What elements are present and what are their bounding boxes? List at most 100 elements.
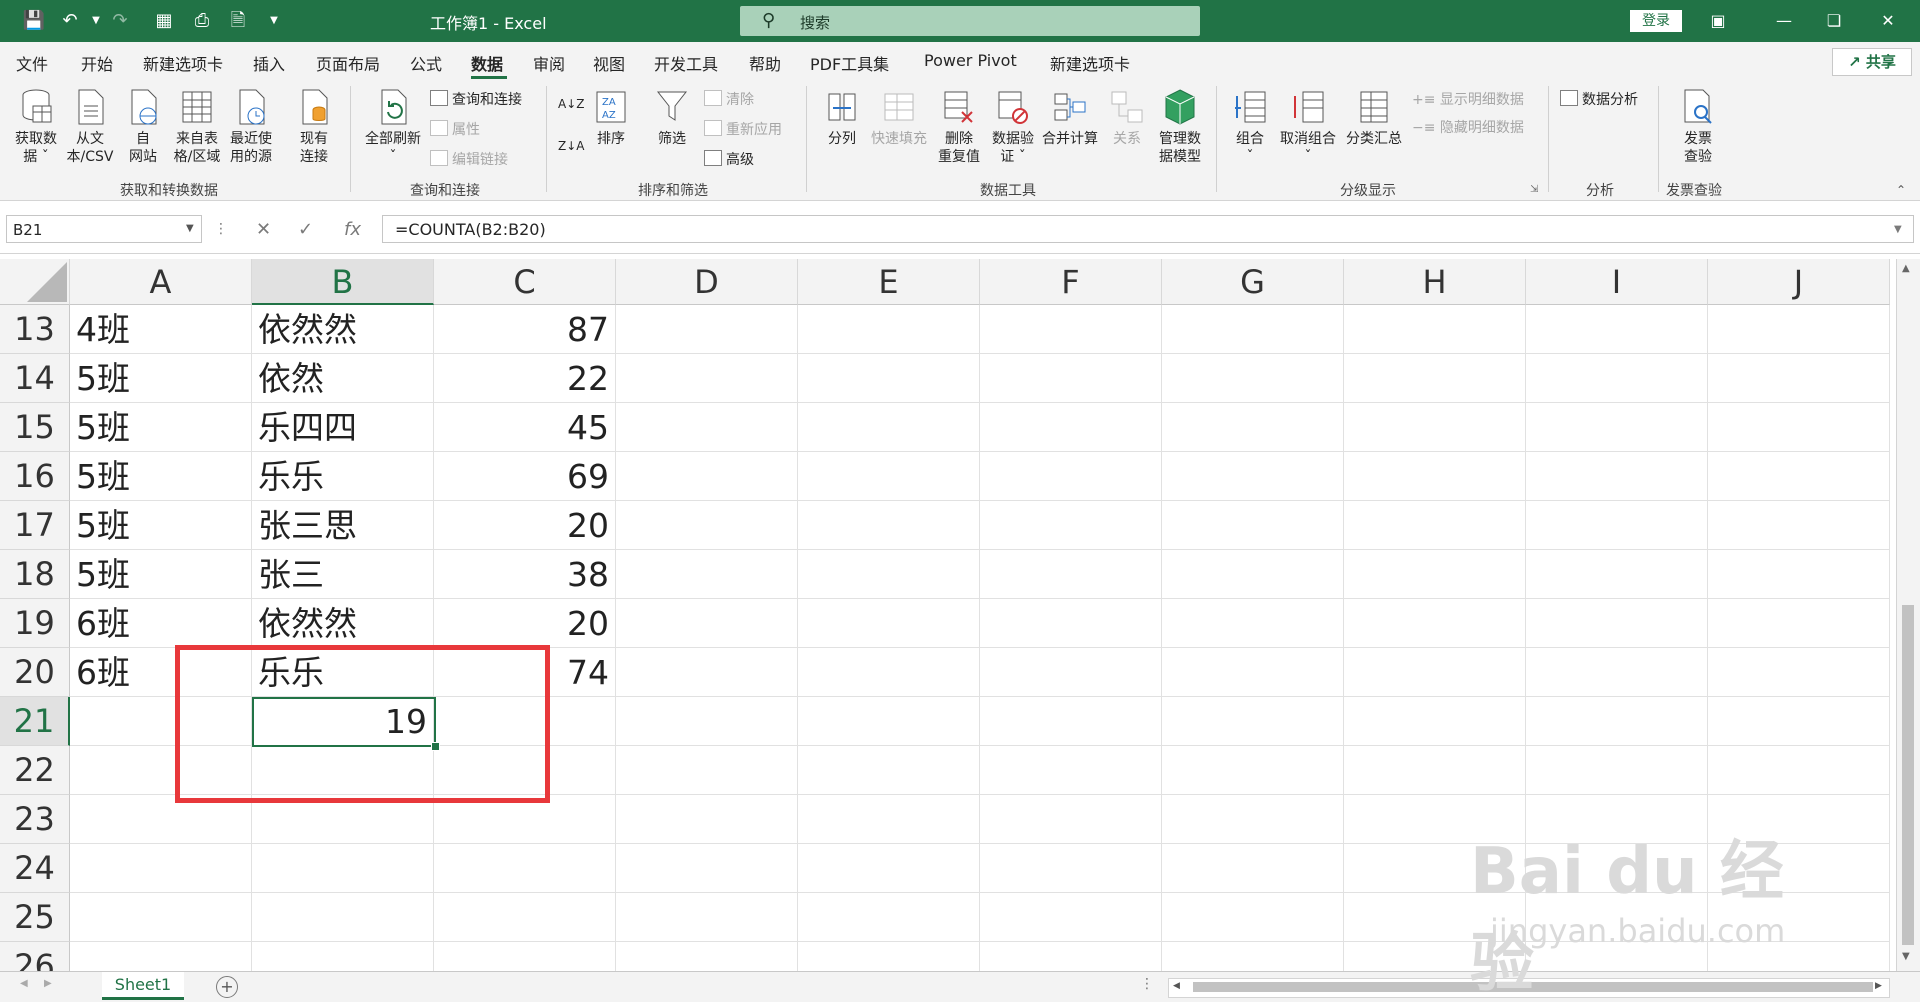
next-sheet-icon[interactable]: ▶: [44, 978, 52, 989]
empty-cell[interactable]: [616, 354, 798, 403]
tab-data[interactable]: 数据: [471, 51, 503, 75]
cell-a16[interactable]: 5班: [70, 452, 252, 501]
cell-c17[interactable]: 20: [434, 501, 616, 550]
empty-cell[interactable]: [1162, 452, 1344, 501]
cell-a25[interactable]: [70, 893, 252, 942]
empty-cell[interactable]: [798, 697, 980, 746]
ribbon-display-icon[interactable]: ▣: [1700, 8, 1736, 34]
cell-a15[interactable]: 5班: [70, 403, 252, 452]
empty-cell[interactable]: [1162, 501, 1344, 550]
add-sheet-icon[interactable]: +: [216, 976, 238, 998]
empty-cell[interactable]: [1344, 305, 1526, 354]
edit-links-button[interactable]: 编辑链接: [430, 150, 508, 170]
remove-duplicates-button[interactable]: 删除 重复值: [932, 88, 986, 166]
empty-cell[interactable]: [616, 746, 798, 795]
search-box[interactable]: ⚲ 搜索: [740, 6, 1200, 36]
empty-cell[interactable]: [1162, 354, 1344, 403]
cell-b17[interactable]: 张三思: [252, 501, 434, 550]
row-header[interactable]: 17: [0, 501, 70, 550]
refresh-all-button[interactable]: 全部刷新 ˇ: [360, 88, 426, 166]
from-table-button[interactable]: 来自表 格/区域: [170, 88, 224, 166]
hide-detail-button[interactable]: −≡ 隐藏明细数据: [1412, 118, 1524, 138]
empty-cell[interactable]: [798, 354, 980, 403]
empty-cell[interactable]: [616, 599, 798, 648]
empty-cell[interactable]: [980, 550, 1162, 599]
advanced-filter-button[interactable]: 高级: [704, 150, 754, 170]
column-header-b[interactable]: B: [252, 259, 434, 305]
undo-icon[interactable]: ↶: [58, 9, 82, 33]
empty-cell[interactable]: [616, 550, 798, 599]
empty-cell[interactable]: [1708, 746, 1890, 795]
filter-button[interactable]: 筛选: [650, 88, 694, 148]
empty-cell[interactable]: [616, 697, 798, 746]
empty-cell[interactable]: [1162, 795, 1344, 844]
pdf-export-icon[interactable]: 🗎: [226, 9, 250, 33]
column-header-c[interactable]: C: [434, 259, 616, 305]
row-header[interactable]: 20: [0, 648, 70, 697]
row-header[interactable]: 22: [0, 746, 70, 795]
empty-cell[interactable]: [798, 844, 980, 893]
empty-cell[interactable]: [980, 697, 1162, 746]
empty-cell[interactable]: [1526, 305, 1708, 354]
row-header[interactable]: 14: [0, 354, 70, 403]
empty-cell[interactable]: [616, 452, 798, 501]
column-header-g[interactable]: G: [1162, 259, 1344, 305]
row-header[interactable]: 23: [0, 795, 70, 844]
tab-pdf-tools[interactable]: PDF工具集: [810, 51, 889, 75]
tab-insert[interactable]: 插入: [253, 51, 285, 75]
tab-home[interactable]: 开始: [81, 51, 113, 75]
cell-c16[interactable]: 69: [434, 452, 616, 501]
empty-cell[interactable]: [1708, 648, 1890, 697]
column-header-f[interactable]: F: [980, 259, 1162, 305]
cell-a17[interactable]: 5班: [70, 501, 252, 550]
tab-help[interactable]: 帮助: [749, 51, 781, 75]
row-header[interactable]: 21: [0, 697, 70, 746]
formula-input[interactable]: =COUNTA(B2:B20): [382, 215, 1914, 243]
empty-cell[interactable]: [1344, 697, 1526, 746]
outline-launcher-icon[interactable]: ⇲: [1530, 180, 1538, 200]
empty-cell[interactable]: [1526, 648, 1708, 697]
empty-cell[interactable]: [1162, 942, 1344, 971]
empty-cell[interactable]: [1162, 550, 1344, 599]
cell-b14[interactable]: 依然: [252, 354, 434, 403]
name-box[interactable]: B21: [6, 215, 202, 243]
expand-formula-icon[interactable]: ▼: [1894, 224, 1902, 235]
empty-cell[interactable]: [1708, 501, 1890, 550]
empty-cell[interactable]: [798, 942, 980, 971]
column-header-j[interactable]: J: [1708, 259, 1890, 305]
text-to-columns-button[interactable]: 分列: [818, 88, 866, 148]
data-analysis-button[interactable]: 数据分析: [1560, 90, 1638, 110]
scroll-up-icon[interactable]: ▲: [1902, 263, 1910, 274]
empty-cell[interactable]: [1162, 697, 1344, 746]
empty-cell[interactable]: [1526, 599, 1708, 648]
cell-a19[interactable]: 6班: [70, 599, 252, 648]
tab-page-layout[interactable]: 页面布局: [316, 51, 380, 75]
cell-b26[interactable]: [252, 942, 434, 971]
empty-cell[interactable]: [616, 501, 798, 550]
empty-cell[interactable]: [980, 305, 1162, 354]
cell-b24[interactable]: [252, 844, 434, 893]
row-header[interactable]: 24: [0, 844, 70, 893]
cell-a13[interactable]: 4班: [70, 305, 252, 354]
empty-cell[interactable]: [798, 795, 980, 844]
data-validation-button[interactable]: 数据验证 ˇ: [986, 88, 1040, 166]
empty-cell[interactable]: [798, 893, 980, 942]
column-header-a[interactable]: A: [70, 259, 252, 305]
empty-cell[interactable]: [1162, 403, 1344, 452]
tab-view[interactable]: 视图: [593, 51, 625, 75]
empty-cell[interactable]: [1526, 697, 1708, 746]
column-header-h[interactable]: H: [1344, 259, 1526, 305]
cell-b19[interactable]: 依然然: [252, 599, 434, 648]
empty-cell[interactable]: [980, 648, 1162, 697]
empty-cell[interactable]: [798, 648, 980, 697]
vertical-scroll-thumb[interactable]: [1902, 605, 1914, 945]
empty-cell[interactable]: [1344, 648, 1526, 697]
empty-cell[interactable]: [1344, 501, 1526, 550]
empty-cell[interactable]: [1162, 893, 1344, 942]
empty-cell[interactable]: [798, 501, 980, 550]
empty-cell[interactable]: [980, 354, 1162, 403]
tab-power-pivot[interactable]: Power Pivot: [924, 51, 1017, 70]
invoice-check-button[interactable]: 发票 查验: [1674, 88, 1722, 166]
empty-cell[interactable]: [980, 746, 1162, 795]
sort-az-button[interactable]: A↓Z: [558, 94, 584, 114]
